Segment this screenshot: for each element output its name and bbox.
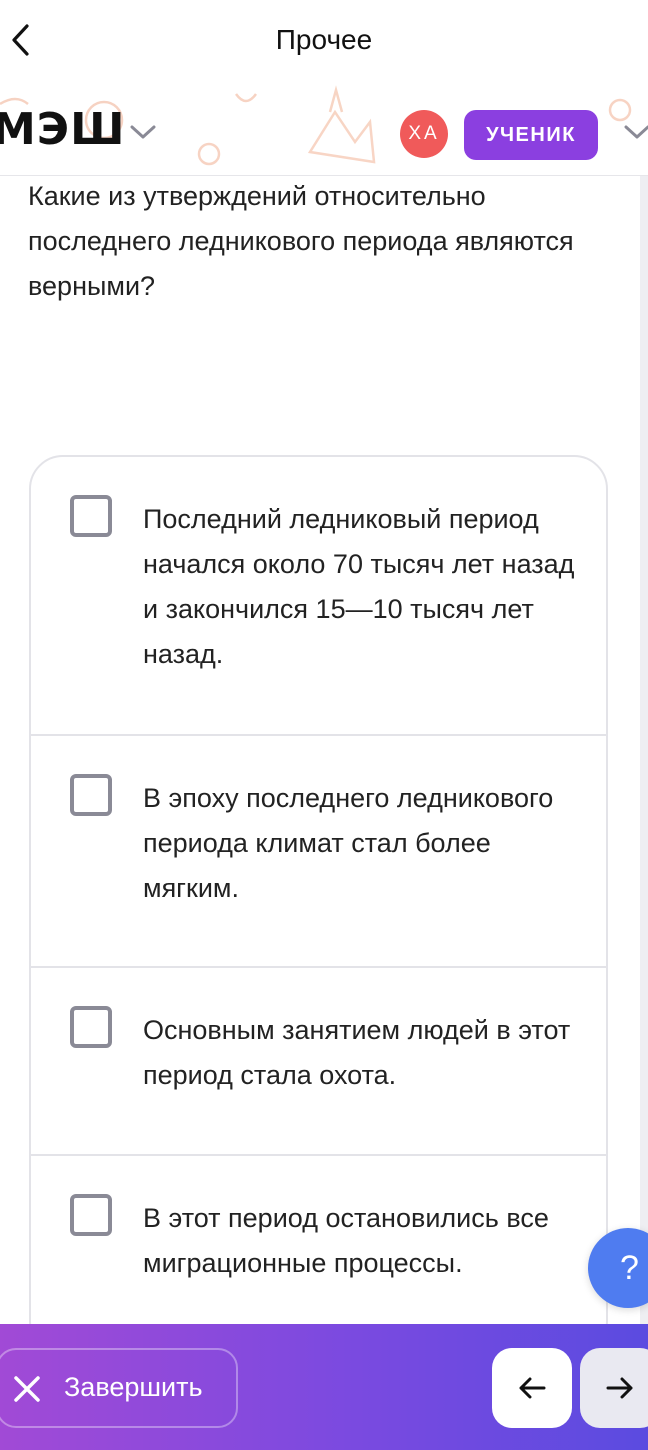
chevron-down-icon[interactable] xyxy=(128,122,158,142)
chevron-down-icon[interactable] xyxy=(622,122,648,142)
previous-question-button[interactable] xyxy=(492,1348,572,1428)
options-list: Последний ледниковый период начался окол… xyxy=(29,455,608,1355)
arrow-left-icon xyxy=(519,1377,546,1399)
option-label: Основным занятием людей в этот период ст… xyxy=(143,1015,571,1090)
avatar[interactable]: ХА xyxy=(400,110,448,158)
scrollbar[interactable] xyxy=(640,176,648,1324)
arrow-right-icon xyxy=(606,1377,633,1399)
answer-option[interactable]: Основным занятием людей в этот период ст… xyxy=(31,966,606,1154)
role-badge[interactable]: УЧЕНИК xyxy=(464,110,598,160)
top-bar: Прочее xyxy=(0,0,648,82)
finish-button[interactable]: Завершить xyxy=(0,1348,238,1428)
checkbox[interactable] xyxy=(70,495,112,537)
bottom-bar: Завершить xyxy=(0,1324,648,1450)
option-label: В эпоху последнего ледникового периода к… xyxy=(143,783,554,903)
answer-option[interactable]: В эпоху последнего ледникового периода к… xyxy=(31,734,606,966)
close-icon xyxy=(14,1376,40,1402)
option-label: Последний ледниковый период начался окол… xyxy=(143,504,575,669)
finish-label: Завершить xyxy=(64,1372,203,1402)
checkbox[interactable] xyxy=(70,1194,112,1236)
option-label: В этот период остановились все миграцион… xyxy=(143,1203,549,1278)
next-question-button[interactable] xyxy=(580,1348,648,1428)
logo[interactable]: МЭШ xyxy=(0,104,125,155)
checkbox[interactable] xyxy=(70,1006,112,1048)
page-title: Прочее xyxy=(275,24,373,55)
checkbox[interactable] xyxy=(70,774,112,816)
site-header: МЭШ ХА УЧЕНИК xyxy=(0,82,648,176)
answer-option[interactable]: Последний ледниковый период начался окол… xyxy=(31,457,606,734)
question-text: Какие из утверждений относительно послед… xyxy=(28,181,574,301)
